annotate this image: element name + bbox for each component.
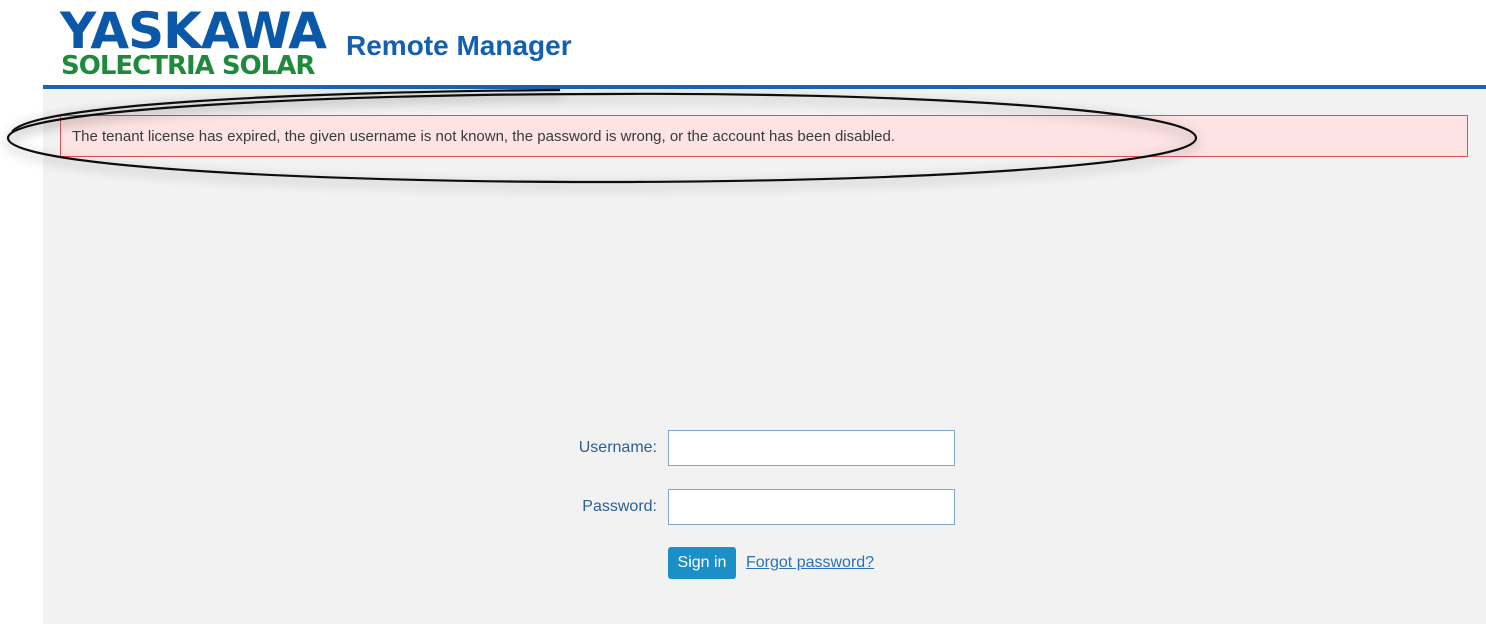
yaskawa-logo[interactable]: YASKAWA SOLECTRIA SOLAR [60, 6, 330, 82]
logo-subtitle: SOLECTRIA SOLAR [61, 51, 315, 81]
error-alert: The tenant license has expired, the give… [60, 115, 1468, 157]
password-label: Password: [582, 498, 657, 515]
logo-wordmark: YASKAWA [60, 2, 327, 60]
password-label-container: Password: [500, 489, 657, 525]
forgot-password-link[interactable]: Forgot password? [746, 554, 874, 572]
main-content: The tenant license has expired, the give… [43, 89, 1486, 624]
username-input[interactable] [668, 430, 955, 466]
sign-in-button[interactable]: Sign in [668, 547, 736, 579]
username-label-container: Username: [500, 430, 657, 466]
app-title: Remote Manager [346, 30, 572, 61]
password-input[interactable] [668, 489, 955, 525]
header: YASKAWA SOLECTRIA SOLAR Remote Manager [0, 0, 1486, 89]
username-label: Username: [578, 439, 657, 456]
error-message: The tenant license has expired, the give… [72, 128, 895, 145]
login-page: YASKAWA SOLECTRIA SOLAR Remote Manager T… [0, 0, 1486, 624]
